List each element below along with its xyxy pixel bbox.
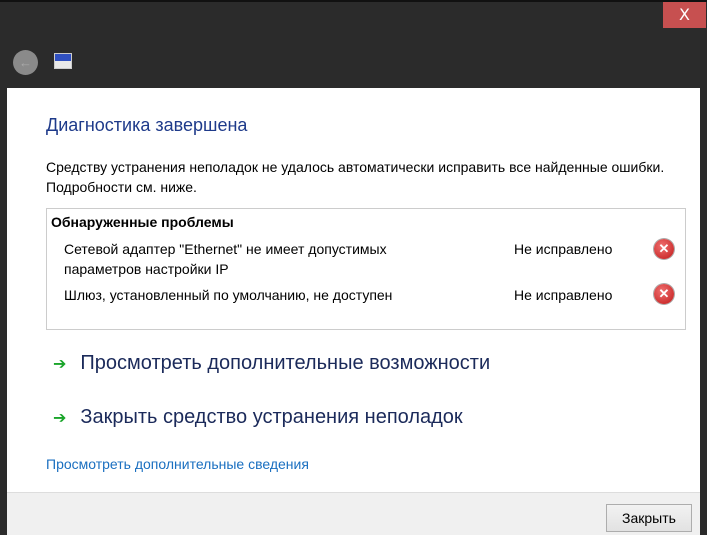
back-arrow-icon: ← [19, 55, 32, 70]
dialog-content: Диагностика завершена Средству устранени… [7, 88, 700, 535]
view-more-options-link[interactable]: ➔ Просмотреть дополнительные возможности [53, 352, 490, 375]
problem-status: Не исправлено [514, 287, 613, 303]
green-arrow-icon: ➔ [53, 408, 67, 427]
problems-title: Обнаруженные проблемы [51, 214, 234, 230]
footer-bar: Закрыть [7, 492, 700, 535]
description: Средству устранения неполадок не удалось… [46, 159, 665, 195]
problem-text: Шлюз, установленный по умолчанию, не дос… [64, 287, 393, 303]
network-troubleshooter-icon [54, 53, 72, 69]
green-arrow-icon: ➔ [53, 354, 67, 373]
problem-text: Сетевой адаптер "Ethernet" не имеет допу… [64, 241, 387, 277]
error-icon: ✕ [654, 239, 674, 259]
action-label: Просмотреть дополнительные возможности [80, 352, 491, 374]
close-troubleshooter-link[interactable]: ➔ Закрыть средство устранения неполадок [53, 406, 463, 429]
window-close-button[interactable]: X [663, 2, 706, 28]
problem-status: Не исправлено [514, 241, 613, 257]
error-icon: ✕ [654, 284, 674, 304]
problems-box: Обнаруженные проблемы Сетевой адаптер "E… [46, 208, 686, 330]
close-button[interactable]: Закрыть [606, 504, 692, 532]
view-details-link[interactable]: Просмотреть дополнительные сведения [46, 456, 309, 472]
back-button[interactable]: ← [13, 50, 38, 75]
page-title: Диагностика завершена [46, 115, 248, 135]
action-label: Закрыть средство устранения неполадок [80, 406, 463, 428]
top-border [0, 0, 707, 2]
